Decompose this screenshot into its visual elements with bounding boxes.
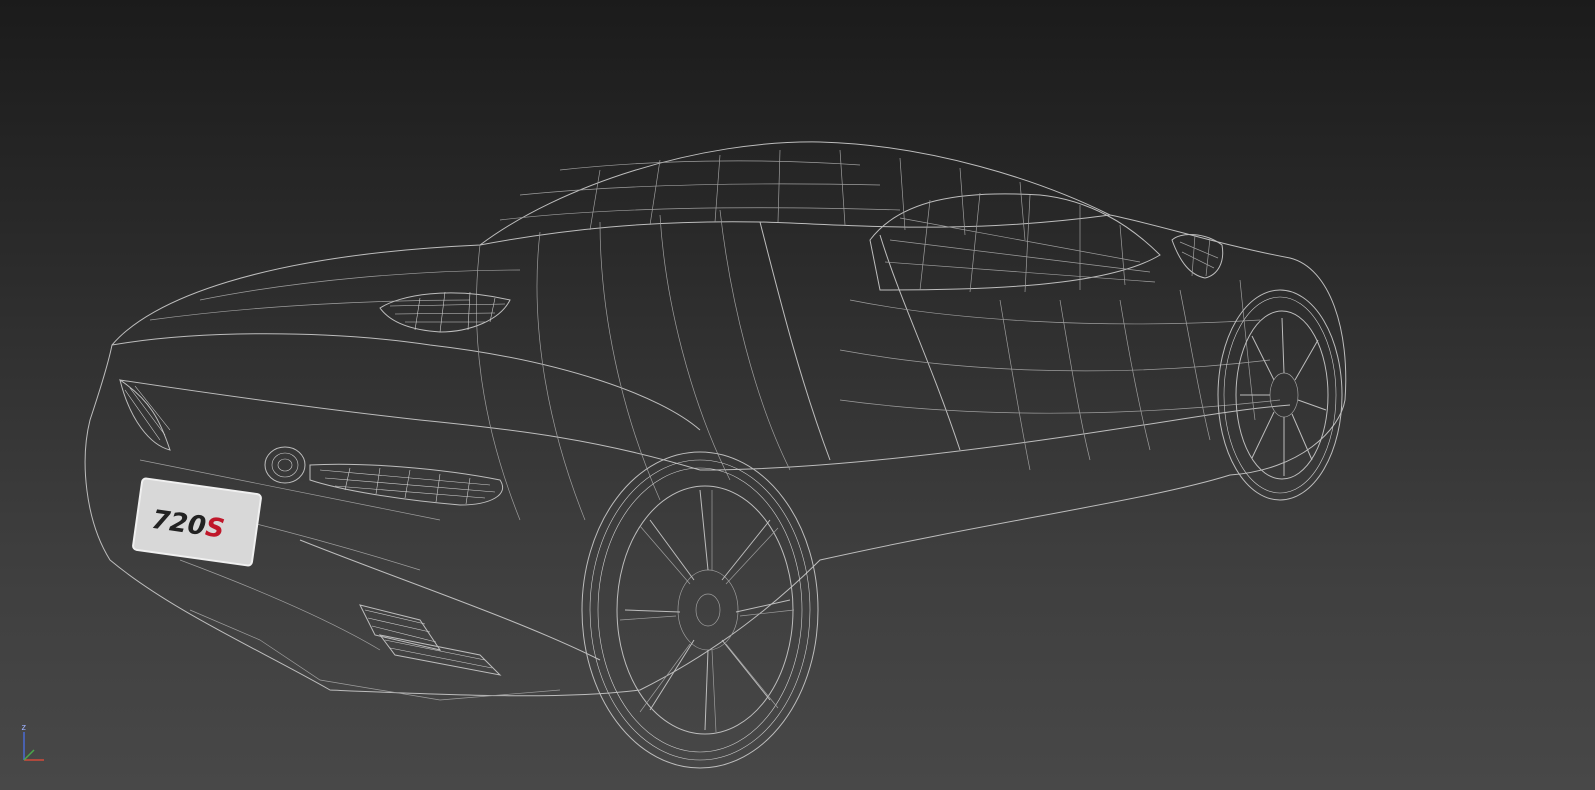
glasshouse-wireframe [869, 192, 1161, 293]
3d-viewport[interactable]: 720S z [0, 0, 1595, 790]
taillight-left [119, 378, 171, 451]
diffuser [189, 604, 561, 701]
body-mesh [139, 149, 1281, 651]
exhaust [264, 446, 306, 484]
rear-wheel [581, 451, 819, 769]
engine-vent [379, 291, 511, 333]
side-mirror [1171, 234, 1224, 279]
rear-badge-plate: 720S [132, 477, 262, 567]
taillight-right [309, 463, 503, 506]
y-axis-line [23, 749, 35, 761]
wireframe-car-model[interactable]: 720S [0, 0, 1595, 790]
car-body-outline [84, 141, 1347, 697]
z-axis-label: z [21, 723, 26, 733]
axis-gizmo: z [21, 723, 44, 761]
